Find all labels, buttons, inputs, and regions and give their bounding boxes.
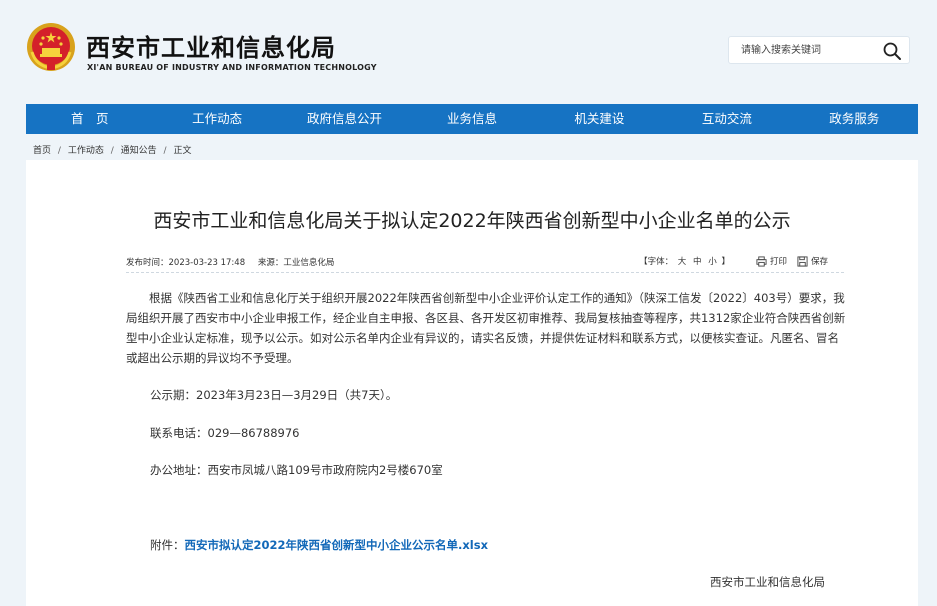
nav-item-business-info[interactable]: 业务信息	[408, 104, 535, 134]
search-input[interactable]	[741, 42, 881, 58]
breadcrumb-current: 正文	[173, 146, 192, 156]
font-size-small[interactable]: 小	[708, 257, 717, 267]
article-paragraph: 根据《陕西省工业和信息化厅关于组织开展2022年陕西省创新型中小企业评价认定工作…	[126, 291, 846, 365]
nav-item-interaction[interactable]: 互动交流	[663, 104, 790, 134]
print-button[interactable]: 打印	[756, 255, 787, 267]
nav-item-work-news[interactable]: 工作动态	[153, 104, 280, 134]
publish-time: 发布时间：2023-03-23 17:48	[126, 258, 246, 268]
breadcrumb-separator: /	[57, 146, 61, 156]
save-icon	[797, 255, 808, 267]
national-emblem-icon	[27, 23, 75, 71]
font-size-medium[interactable]: 中	[693, 257, 702, 267]
article-container: 西安市工业和信息化局关于拟认定2022年陕西省创新型中小企业名单的公示 发布时间…	[26, 160, 918, 606]
signature: 西安市工业和信息化局	[710, 575, 825, 589]
site-title[interactable]: 西安市工业和信息化局	[86, 28, 336, 63]
article-source: 来源：工业信息化局	[257, 258, 335, 268]
article-body: 根据《陕西省工业和信息化厅关于组织开展2022年陕西省创新型中小企业评价认定工作…	[126, 288, 846, 368]
print-label: 打印	[769, 257, 787, 267]
article-title: 西安市工业和信息化局关于拟认定2022年陕西省创新型中小企业名单的公示	[153, 210, 791, 232]
font-size-selector: 【字体： 大 中 小 】	[639, 255, 730, 267]
publicity-period: 公示期：2023年3月23日—3月29日（共7天）。	[150, 388, 398, 402]
search-icon[interactable]	[882, 41, 902, 61]
breadcrumb-work-news[interactable]: 工作动态	[68, 146, 104, 156]
font-size-large[interactable]: 大	[678, 257, 687, 267]
breadcrumb: 首页 / 工作动态 / 通知公告 / 正文	[33, 143, 191, 156]
breadcrumb-notices[interactable]: 通知公告	[121, 146, 157, 156]
site-header: 西安市工业和信息化局 XI'AN BUREAU OF INDUSTRY AND …	[0, 0, 937, 104]
nav-item-gov-info[interactable]: 政府信息公开	[281, 104, 408, 134]
font-size-label-close: 】	[721, 257, 730, 267]
attachment-row: 附件：西安市拟认定2022年陕西省创新型中小企业公示名单.xlsx	[150, 537, 488, 553]
main-nav: 首 页 工作动态 政府信息公开 业务信息 机关建设 互动交流 政务服务	[26, 104, 918, 134]
attachment-label: 附件：	[150, 538, 185, 552]
printer-icon	[756, 255, 767, 267]
attachment-link[interactable]: 西安市拟认定2022年陕西省创新型中小企业公示名单.xlsx	[185, 538, 489, 552]
save-button[interactable]: 保存	[797, 255, 828, 267]
save-label: 保存	[810, 257, 828, 267]
breadcrumb-home[interactable]: 首页	[33, 146, 51, 156]
nav-item-gov-services[interactable]: 政务服务	[791, 104, 918, 134]
search-box	[728, 36, 910, 64]
nav-item-home[interactable]: 首 页	[26, 104, 153, 134]
article-meta: 发布时间：2023-03-23 17:48 来源：工业信息化局	[126, 256, 344, 268]
nav-item-organ-building[interactable]: 机关建设	[536, 104, 663, 134]
site-subtitle: XI'AN BUREAU OF INDUSTRY AND INFORMATION…	[87, 63, 377, 72]
meta-divider	[126, 272, 844, 273]
breadcrumb-separator: /	[163, 146, 167, 156]
font-size-label: 【字体：	[639, 257, 674, 267]
article-tools: 【字体： 大 中 小 】 打印 保存	[639, 255, 828, 267]
breadcrumb-separator: /	[110, 146, 114, 156]
office-address: 办公地址：西安市凤城八路109号市政府院内2号楼670室	[150, 463, 443, 477]
contact-phone: 联系电话：029—86788976	[150, 426, 300, 440]
